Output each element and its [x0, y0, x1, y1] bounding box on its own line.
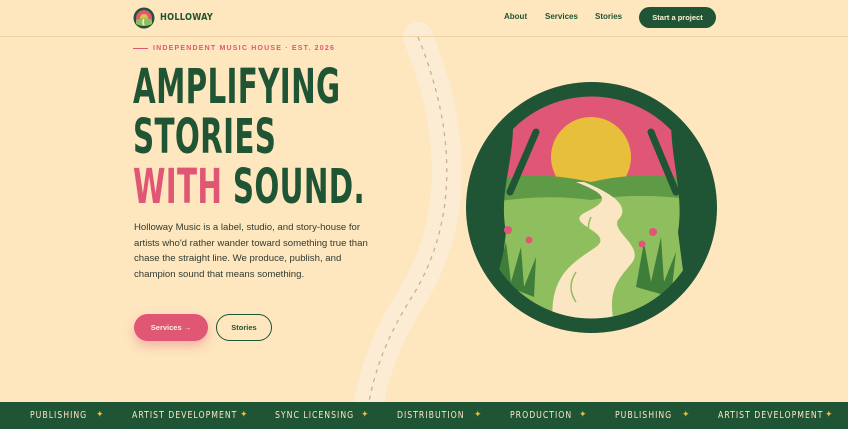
sparkle-icon: ✦: [240, 410, 248, 420]
nav-link-about[interactable]: About: [504, 12, 527, 21]
sparkle-icon: ✦: [682, 410, 690, 420]
nav-link-services[interactable]: Services: [545, 12, 578, 21]
sunset-emblem-icon[interactable]: [133, 7, 155, 29]
services-button[interactable]: Services →: [134, 314, 208, 341]
marquee-item: ARTIST DEVELOPMENT: [718, 410, 824, 421]
brand-name[interactable]: HOLLOWAY: [160, 12, 213, 23]
marquee-item: DISTRIBUTION: [397, 410, 465, 421]
stories-button[interactable]: Stories: [216, 314, 272, 341]
start-project-button[interactable]: Start a project: [639, 7, 716, 28]
headline-line-3: WITH SOUND.: [133, 162, 365, 212]
eyebrow-text: INDEPENDENT MUSIC HOUSE · EST. 2026: [153, 45, 336, 52]
marquee-item: PUBLISHING: [615, 410, 673, 421]
top-navigation: HOLLOWAY About Services Stories Start a …: [0, 0, 848, 37]
headline-line-1: AMPLIFYING: [133, 59, 341, 115]
sparkle-icon: ✦: [474, 410, 482, 420]
marquee-item: PRODUCTION: [510, 410, 573, 421]
nav-link-stories[interactable]: Stories: [595, 12, 622, 21]
marquee-item: PUBLISHING: [30, 410, 88, 421]
winding-road-decoration: [350, 22, 462, 429]
eyebrow: INDEPENDENT MUSIC HOUSE · EST. 2026: [133, 45, 335, 52]
hero-headline: AMPLIFYING STORIES WITH SOUND.: [133, 62, 365, 212]
eyebrow-rule: [133, 48, 148, 49]
headline-line-2: STORIES: [133, 109, 277, 165]
services-marquee: PUBLISHING ✦ ARTIST DEVELOPMENT ✦ SYNC L…: [0, 402, 848, 429]
headline-accent: WITH: [133, 159, 223, 215]
sparkle-icon: ✦: [96, 410, 104, 420]
marquee-item: SYNC LICENSING: [275, 410, 355, 421]
forest-sunset-path-icon: [466, 82, 717, 333]
marquee-item: ARTIST DEVELOPMENT: [132, 410, 238, 421]
sparkle-icon: ✦: [579, 410, 587, 420]
headline-end: SOUND.: [222, 159, 365, 215]
sparkle-icon: ✦: [825, 410, 833, 420]
sparkle-icon: ✦: [361, 410, 369, 420]
hero-description: Holloway Music is a label, studio, and s…: [134, 222, 368, 280]
